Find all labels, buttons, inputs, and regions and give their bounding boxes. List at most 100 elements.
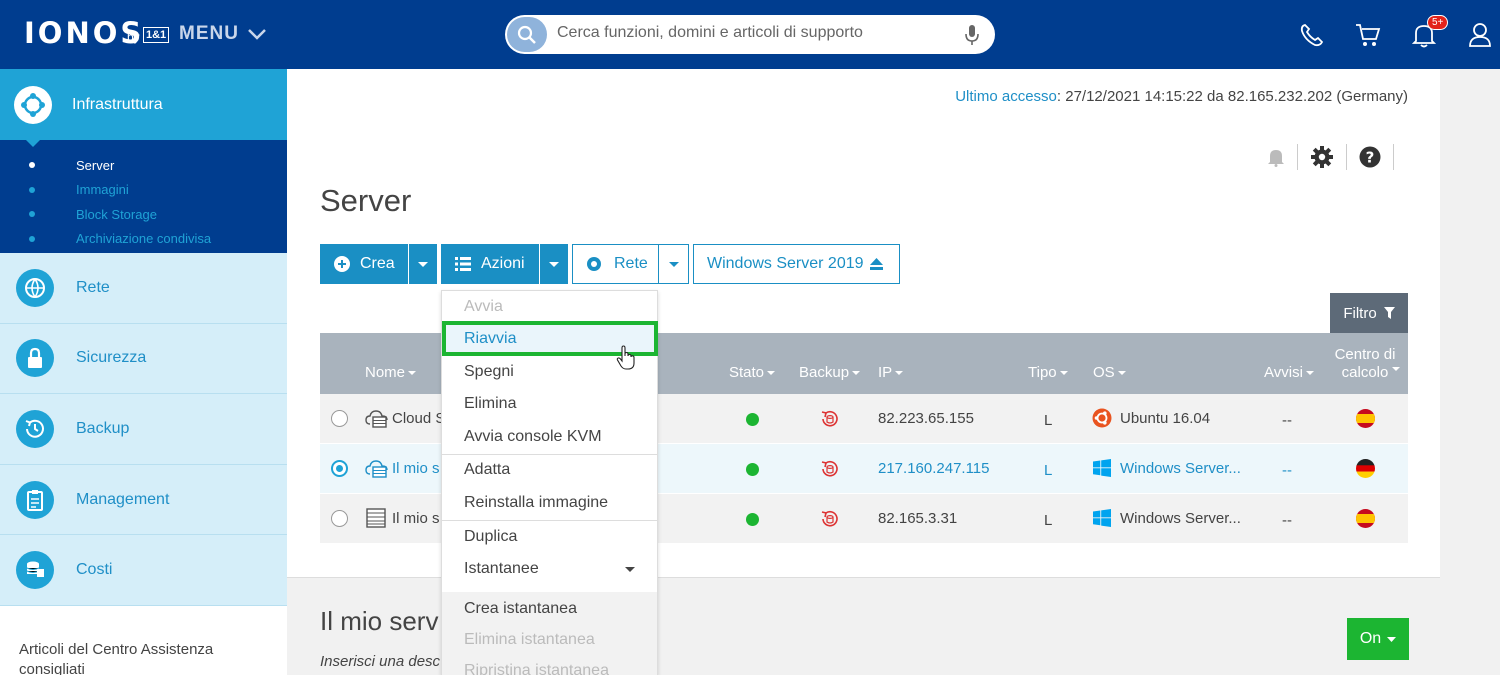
- menu-item-ripristina-istantanea[interactable]: Ripristina istantanea: [442, 656, 657, 675]
- sidebar-subitem-archiviazione[interactable]: Archiviazione condivisa: [0, 227, 287, 252]
- backup-icon[interactable]: [820, 409, 840, 429]
- sidebar-subitem-immagini[interactable]: Immagini: [0, 178, 287, 203]
- filter-button[interactable]: Filtro: [1330, 293, 1408, 333]
- sort-icon: [408, 370, 417, 375]
- menu-item-elimina-istantanea[interactable]: Elimina istantanea: [442, 625, 657, 655]
- column-backup[interactable]: Backup: [799, 364, 861, 381]
- search-input[interactable]: [557, 24, 947, 42]
- sidebar-submenu: Server Immagini Block Storage Archiviazi…: [0, 140, 287, 253]
- menu-button[interactable]: MENU: [179, 23, 267, 45]
- sidebar-item-infrastruttura[interactable]: Infrastruttura: [0, 69, 287, 140]
- clipboard-icon: [16, 480, 54, 519]
- network-icon: [587, 257, 601, 271]
- list-icon: [455, 257, 471, 271]
- svg-text:?: ?: [1366, 149, 1375, 167]
- column-avvisi[interactable]: Avvisi: [1264, 364, 1314, 381]
- help-icon[interactable]: ?: [1359, 146, 1381, 168]
- microphone-icon[interactable]: [965, 24, 979, 46]
- menu-item-elimina[interactable]: Elimina: [442, 389, 657, 419]
- row-radio[interactable]: [331, 510, 348, 527]
- sidebar-subitem-block-storage[interactable]: Block Storage: [0, 202, 287, 227]
- backup-icon[interactable]: [820, 509, 840, 529]
- rete-button[interactable]: Rete: [572, 244, 659, 284]
- caret-down-icon: [418, 261, 428, 267]
- costs-icon: [16, 551, 54, 590]
- cloud-server-icon: [365, 408, 389, 428]
- server-os: Windows Server...: [1120, 510, 1241, 527]
- sidebar-item-costi[interactable]: Costi: [0, 535, 287, 606]
- search-icon[interactable]: [507, 17, 547, 52]
- column-label: Avvisi: [1264, 364, 1303, 381]
- server-ip: 82.223.65.155: [878, 410, 974, 427]
- row-radio[interactable]: [331, 410, 348, 427]
- server-name[interactable]: Il mio s: [392, 510, 440, 527]
- column-label: OS: [1093, 364, 1115, 381]
- sort-icon: [895, 370, 904, 375]
- sidebar: Infrastruttura Server Immagini Block Sto…: [0, 69, 287, 675]
- gear-icon[interactable]: [1310, 145, 1334, 169]
- sidebar-item-management[interactable]: Management: [0, 464, 287, 536]
- bell-icon[interactable]: [1267, 147, 1285, 167]
- menu-item-duplica[interactable]: Duplica: [442, 522, 657, 552]
- notification-badge: 5+: [1427, 15, 1449, 30]
- user-icon[interactable]: [1468, 22, 1492, 48]
- column-label: Centro di calcolo: [1334, 346, 1396, 381]
- sidebar-item-label: Costi: [76, 561, 113, 579]
- menu-item-adatta[interactable]: Adatta: [442, 455, 657, 485]
- rete-label: Rete: [614, 255, 648, 272]
- column-ip[interactable]: IP: [878, 364, 904, 381]
- caret-down-icon: [668, 261, 679, 267]
- azioni-button[interactable]: Azioni: [441, 244, 539, 284]
- sidebar-item-rete[interactable]: Rete: [0, 253, 287, 324]
- last-access-value: : 27/12/2021 14:15:22 da 82.165.232.202 …: [1056, 88, 1408, 105]
- divider: [1297, 144, 1298, 170]
- last-access: Ultimo accesso: 27/12/2021 14:15:22 da 8…: [955, 88, 1408, 105]
- search-bar[interactable]: [505, 15, 995, 54]
- divider: [1393, 144, 1394, 170]
- sort-icon: [1059, 370, 1068, 375]
- sort-icon: [1392, 367, 1400, 371]
- azioni-dropdown-button[interactable]: [540, 244, 568, 284]
- column-tipo[interactable]: Tipo: [1028, 364, 1068, 381]
- network-icon: [16, 268, 54, 307]
- column-stato[interactable]: Stato: [729, 364, 776, 381]
- power-on-button[interactable]: On: [1347, 618, 1409, 660]
- cart-icon[interactable]: [1355, 22, 1381, 48]
- crea-dropdown-button[interactable]: [409, 244, 437, 284]
- backup-icon[interactable]: [820, 459, 840, 479]
- azioni-dropdown-menu: Avvia Riavvia Spegni Elimina Avvia conso…: [441, 290, 658, 675]
- sidebar-item-backup[interactable]: Backup: [0, 394, 287, 465]
- server-name[interactable]: Cloud S: [392, 410, 445, 427]
- column-os[interactable]: OS: [1093, 364, 1126, 381]
- rete-dropdown-button[interactable]: [658, 244, 689, 284]
- column-centro-calcolo[interactable]: Centro di calcolo: [1330, 346, 1400, 382]
- bullet-icon: [29, 235, 35, 242]
- menu-item-istantanee[interactable]: Istantanee: [442, 554, 657, 584]
- spain-flag-icon: [1356, 409, 1375, 428]
- phone-icon[interactable]: [1299, 22, 1325, 48]
- sidebar-subitem-server[interactable]: Server: [0, 153, 287, 178]
- column-nome[interactable]: Nome: [365, 364, 417, 381]
- row-radio[interactable]: [331, 460, 348, 477]
- column-label: Backup: [799, 364, 850, 381]
- sidebar-item-sicurezza[interactable]: Sicurezza: [0, 323, 287, 395]
- crea-button[interactable]: Crea: [320, 244, 408, 284]
- server-tipo: L: [1044, 412, 1053, 429]
- sort-icon: [1305, 370, 1314, 375]
- windows-icon: [1093, 509, 1111, 527]
- server-name[interactable]: Il mio s: [392, 460, 440, 477]
- server-tipo: L: [1044, 512, 1053, 529]
- crea-label: Crea: [360, 255, 395, 272]
- bullet-icon: [29, 186, 35, 193]
- menu-item-crea-istantanea[interactable]: Crea istantanea: [442, 594, 657, 624]
- server-os: Ubuntu 16.04: [1120, 410, 1211, 427]
- menu-item-reinstalla[interactable]: Reinstalla immagine: [442, 488, 657, 518]
- bullet-icon: [29, 211, 35, 218]
- windows-image-button[interactable]: Windows Server 2019: [693, 244, 900, 284]
- plus-circle-icon: [334, 256, 350, 272]
- sidebar-item-label: Management: [76, 490, 170, 508]
- menu-item-console-kvm[interactable]: Avvia console KVM: [442, 422, 657, 452]
- power-label: On: [1359, 630, 1382, 647]
- server-description-input[interactable]: Inserisci una desc: [320, 653, 440, 670]
- menu-item-avvia[interactable]: Avvia: [442, 292, 657, 322]
